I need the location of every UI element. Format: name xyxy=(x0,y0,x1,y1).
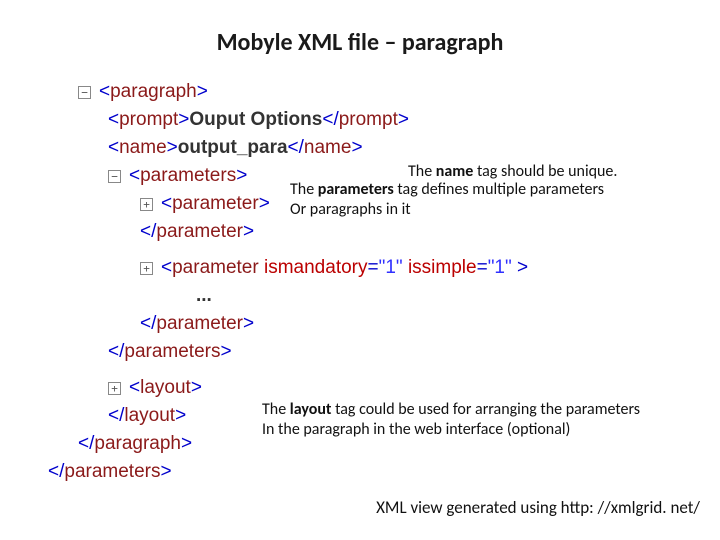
expand-icon[interactable]: + xyxy=(140,262,153,275)
xml-line-parameter2-open: +<parameter ismandatory="1" issimple="1"… xyxy=(78,254,690,282)
xml-line-outer-parameters-close: </parameters> xyxy=(48,458,690,486)
annotation-parameters: The parameters tag defines multiple para… xyxy=(290,180,710,220)
xml-line-name: <name>output_para</name> xyxy=(78,134,690,162)
xml-line-layout-open: +<layout> xyxy=(78,374,690,402)
annotation-name: The name tag should be unique. xyxy=(408,162,617,182)
collapse-icon[interactable]: − xyxy=(108,170,121,183)
collapse-icon[interactable]: − xyxy=(78,86,91,99)
expand-icon[interactable]: + xyxy=(108,382,121,395)
expand-icon[interactable]: + xyxy=(140,198,153,211)
xml-line-parameters-close: </parameters> xyxy=(78,338,690,366)
xml-line-parameter2-close: </parameter> xyxy=(78,310,690,338)
annotation-layout: The layout tag could be used for arrangi… xyxy=(262,400,712,440)
footer-text: XML view generated using http: //xmlgrid… xyxy=(376,497,700,518)
xml-line-prompt: <prompt>Ouput Options</prompt> xyxy=(78,106,690,134)
xml-line-parameter1-close: </parameter> xyxy=(78,218,690,246)
xml-line-paragraph-open: −<paragraph> xyxy=(78,78,690,106)
page-title: Mobyle XML file – paragraph xyxy=(0,28,720,57)
xml-line-ellipsis: ... xyxy=(78,282,690,310)
